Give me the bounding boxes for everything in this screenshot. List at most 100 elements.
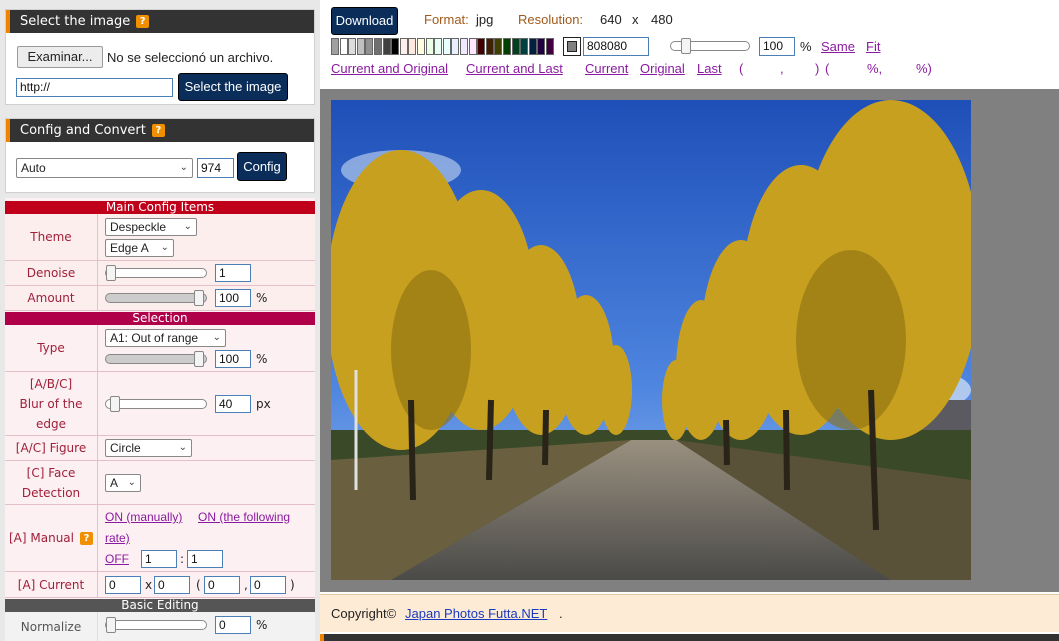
color-swatch[interactable] xyxy=(434,38,443,55)
color-swatch[interactable] xyxy=(339,38,348,55)
format-value: jpg xyxy=(476,12,494,27)
edge-select-value: Edge A xyxy=(110,241,149,255)
color-swatch[interactable] xyxy=(546,38,554,55)
face-detection-row: [C] Face Detection A ⌄ xyxy=(5,461,315,505)
zoom-slider[interactable] xyxy=(670,38,750,54)
color-swatch[interactable] xyxy=(511,38,520,55)
manual-off-link[interactable]: OFF xyxy=(105,552,129,566)
theme-label-text: Theme xyxy=(30,230,72,244)
resolution-height: 480 xyxy=(651,12,673,27)
download-button[interactable]: Download xyxy=(331,7,398,35)
view-current-link[interactable]: Current xyxy=(585,61,628,76)
color-swatch[interactable] xyxy=(477,38,486,55)
normalize-slider[interactable] xyxy=(105,617,207,633)
color-swatch[interactable] xyxy=(408,38,417,55)
denoise-slider-knob[interactable] xyxy=(106,265,116,281)
type-slider[interactable] xyxy=(105,351,207,367)
figure-select[interactable]: Circle ⌄ xyxy=(105,439,192,457)
view-last-link[interactable]: Last xyxy=(697,61,722,76)
view-original-link[interactable]: Original xyxy=(640,61,685,76)
help-icon[interactable]: ? xyxy=(136,15,150,28)
blur-label-line3: edge xyxy=(36,416,66,431)
zoom-slider-knob[interactable] xyxy=(681,38,691,54)
color-swatch[interactable] xyxy=(417,38,425,55)
ratio-separator: : xyxy=(180,552,185,566)
color-swatch[interactable] xyxy=(451,38,460,55)
help-icon[interactable]: ? xyxy=(151,124,165,137)
amount-input[interactable]: 100 xyxy=(215,289,251,307)
selected-swatch[interactable] xyxy=(563,37,581,56)
browse-button[interactable]: Examinar... xyxy=(17,46,103,68)
theme-select[interactable]: Despeckle ⌄ xyxy=(105,218,197,236)
zoom-same-link[interactable]: Same xyxy=(821,39,855,54)
zoom-input[interactable]: 100 xyxy=(759,37,795,56)
color-swatch[interactable] xyxy=(503,38,511,55)
mode-select[interactable]: Auto ⌄ xyxy=(16,158,193,178)
color-swatch[interactable] xyxy=(382,38,391,55)
color-swatch[interactable] xyxy=(348,38,357,55)
normalize-input[interactable]: 0 xyxy=(215,616,251,634)
ratio-a-input[interactable]: 1 xyxy=(141,550,177,568)
color-swatch[interactable] xyxy=(528,38,537,55)
config-title: Config and Convert xyxy=(20,123,146,138)
current-b-input[interactable]: 0 xyxy=(250,576,286,594)
current-a-input[interactable]: 0 xyxy=(204,576,240,594)
color-swatch[interactable] xyxy=(537,38,546,55)
manual-on-rate-link-cont[interactable]: rate) xyxy=(105,531,130,545)
zoom-fit-link[interactable]: Fit xyxy=(866,39,880,54)
current-x-input[interactable]: 0 xyxy=(105,576,141,594)
face-label-line2: Detection xyxy=(21,485,81,500)
bg-color-input[interactable]: 808080 xyxy=(583,37,649,56)
type-select[interactable]: A1: Out of range ⌄ xyxy=(105,329,226,347)
size-input[interactable]: 974 xyxy=(197,158,234,178)
help-icon[interactable]: ? xyxy=(80,531,93,545)
select-image-button[interactable]: Select the image xyxy=(178,73,288,101)
chevron-down-icon: ⌄ xyxy=(183,221,192,232)
chevron-down-icon: ⌄ xyxy=(160,242,169,253)
type-input[interactable]: 100 xyxy=(215,350,251,368)
face-select[interactable]: A ⌄ xyxy=(105,474,141,492)
ratio-b-input[interactable]: 1 xyxy=(187,550,223,568)
type-row: Type A1: Out of range ⌄ 100 % xyxy=(5,325,315,372)
current-label: [A] Current xyxy=(5,572,98,597)
color-swatch[interactable] xyxy=(442,38,451,55)
color-swatch[interactable] xyxy=(365,38,374,55)
color-swatch[interactable] xyxy=(485,38,494,55)
normalize-slider-knob[interactable] xyxy=(106,617,116,633)
color-swatch[interactable] xyxy=(494,38,503,55)
current-y-input[interactable]: 0 xyxy=(154,576,190,594)
denoise-input[interactable]: 1 xyxy=(215,264,251,282)
color-swatch[interactable] xyxy=(425,38,434,55)
color-swatch[interactable] xyxy=(520,38,529,55)
color-swatch[interactable] xyxy=(356,38,365,55)
color-swatch[interactable] xyxy=(391,38,400,55)
denoise-slider[interactable] xyxy=(105,265,207,281)
config-button[interactable]: Config xyxy=(237,152,287,181)
url-input[interactable]: http:// xyxy=(16,78,173,97)
amount-slider[interactable] xyxy=(105,290,207,306)
type-slider-knob[interactable] xyxy=(194,351,204,367)
image-canvas[interactable] xyxy=(320,89,1059,592)
color-swatch[interactable] xyxy=(468,38,477,55)
color-swatch[interactable] xyxy=(399,38,408,55)
manual-on-rate-link[interactable]: ON (the following xyxy=(198,510,290,524)
figure-label-text: [A/C] Figure xyxy=(15,441,87,455)
manual-on-link[interactable]: ON (manually) xyxy=(105,510,182,524)
mode-select-value: Auto xyxy=(21,161,46,175)
compare-current-last-link[interactable]: Current and Last xyxy=(466,61,563,76)
color-swatch[interactable] xyxy=(460,38,468,55)
blur-slider-knob[interactable] xyxy=(110,396,120,412)
amount-slider-knob[interactable] xyxy=(194,290,204,306)
pct-coords-open: ( xyxy=(825,61,830,76)
copyright-link[interactable]: Japan Photos Futta.NET xyxy=(405,606,547,621)
edge-select[interactable]: Edge A ⌄ xyxy=(105,239,174,257)
denoise-label: Denoise xyxy=(5,261,98,285)
left-sidebar: Select the image? Examinar... No se sele… xyxy=(0,0,320,641)
blur-slider[interactable] xyxy=(105,396,207,412)
compare-current-original-link[interactable]: Current and Original xyxy=(331,61,448,76)
color-swatch[interactable] xyxy=(331,38,339,55)
color-swatch[interactable] xyxy=(374,38,382,55)
blur-input[interactable]: 40 xyxy=(215,395,251,413)
select-image-title: Select the image xyxy=(20,14,131,29)
next-panel-header xyxy=(320,634,1059,641)
